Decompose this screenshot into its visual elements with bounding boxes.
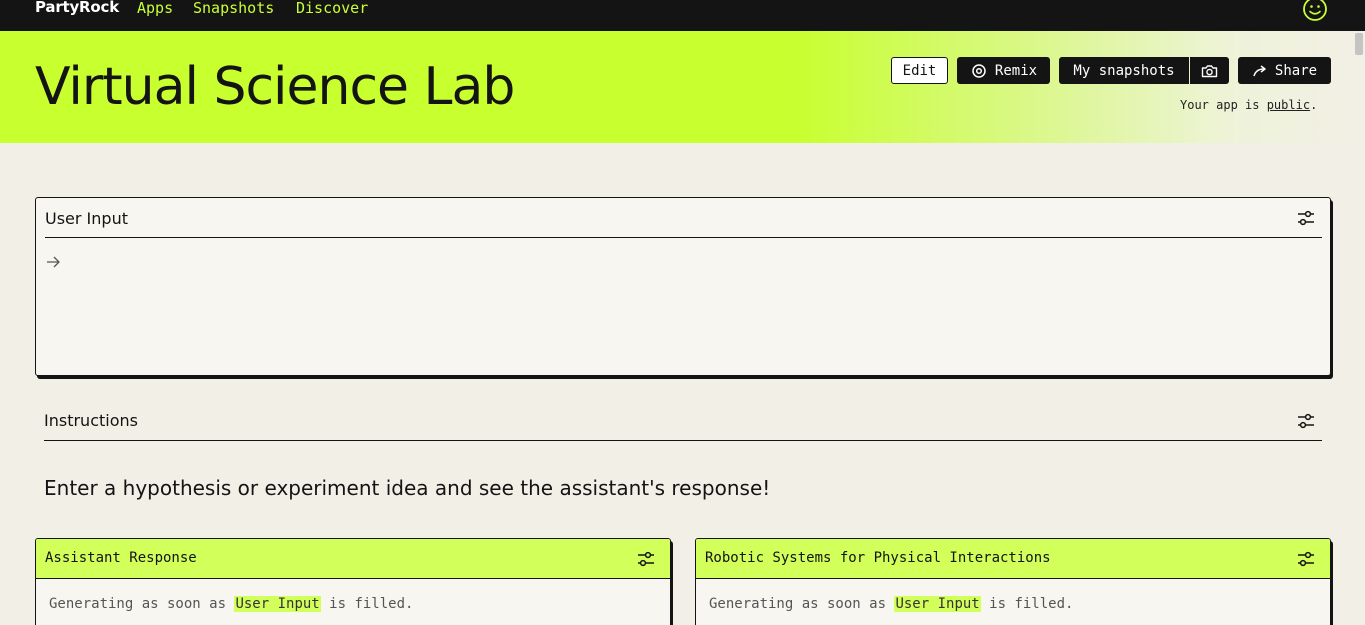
nav-link-discover[interactable]: Discover <box>296 0 368 17</box>
status-prefix: Generating as soon as <box>49 596 235 612</box>
status-prefix: Generating as soon as <box>709 596 895 612</box>
settings-sliders-icon[interactable] <box>636 551 656 567</box>
remix-button-label: Remix <box>994 62 1038 79</box>
user-input-title: User Input <box>45 209 128 228</box>
arrow-right-icon <box>47 256 60 268</box>
nav-link-apps[interactable]: Apps <box>137 0 173 17</box>
instructions-text: Enter a hypothesis or experiment idea an… <box>44 476 771 500</box>
user-input-card: User Input <box>35 197 1331 376</box>
smiley-face-icon[interactable] <box>1302 0 1328 22</box>
partyrock-logo[interactable]: PartyRock <box>35 0 119 16</box>
status-suffix: is filled. <box>980 596 1074 612</box>
widget-title: Robotic Systems for Physical Interaction… <box>705 550 1051 566</box>
instructions-divider <box>44 440 1322 441</box>
nav-link-snapshots[interactable]: Snapshots <box>193 0 274 17</box>
edit-button-label: Edit <box>902 62 937 79</box>
visibility-suffix: . <box>1310 98 1318 112</box>
share-button-label: Share <box>1274 62 1318 79</box>
user-input-divider <box>45 237 1322 238</box>
widget-title: Assistant Response <box>45 550 197 566</box>
remix-button[interactable]: Remix <box>957 57 1050 84</box>
remix-icon <box>972 63 986 78</box>
share-arrow-icon <box>1253 64 1266 76</box>
widget-status-text: Generating as soon as User Input is fill… <box>49 596 413 612</box>
scrollbar-thumb[interactable] <box>1355 33 1363 55</box>
visibility-link[interactable]: public <box>1267 98 1310 112</box>
edit-button[interactable]: Edit <box>891 57 948 84</box>
input-reference-chip: User Input <box>894 596 981 612</box>
take-snapshot-button[interactable] <box>1190 57 1229 84</box>
share-button[interactable]: Share <box>1238 57 1331 84</box>
input-reference-chip: User Input <box>234 596 321 612</box>
camera-icon <box>1201 64 1218 77</box>
page-title: Virtual Science Lab <box>35 57 515 117</box>
visibility-note: Your app is public. <box>1180 98 1317 112</box>
settings-sliders-icon[interactable] <box>1296 551 1316 567</box>
widget-header: Assistant Response <box>36 539 670 579</box>
top-nav-bar: PartyRock Apps Snapshots Discover <box>0 0 1365 31</box>
status-suffix: is filled. <box>320 596 414 612</box>
my-snapshots-button[interactable]: My snapshots <box>1059 57 1189 84</box>
user-input-field[interactable] <box>66 248 1316 363</box>
settings-sliders-icon[interactable] <box>1296 210 1316 226</box>
widget-status-text: Generating as soon as User Input is fill… <box>709 596 1073 612</box>
my-snapshots-label: My snapshots <box>1073 62 1175 79</box>
instructions-title: Instructions <box>44 411 138 430</box>
widget-robotic-systems: Robotic Systems for Physical Interaction… <box>695 538 1331 625</box>
widget-header: Robotic Systems for Physical Interaction… <box>696 539 1330 579</box>
visibility-prefix: Your app is <box>1180 98 1267 112</box>
widget-assistant-response: Assistant Response Generating as soon as… <box>35 538 671 625</box>
settings-sliders-icon[interactable] <box>1296 413 1316 429</box>
